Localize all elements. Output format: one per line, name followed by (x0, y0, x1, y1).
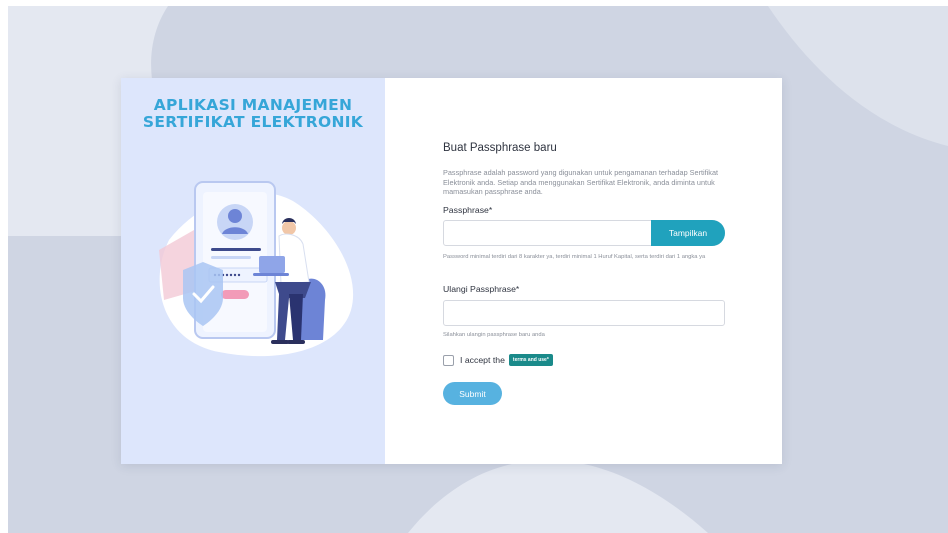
passphrase-hint: Password minimal terdiri dari 8 karakter… (443, 254, 706, 260)
show-passphrase-button[interactable]: Tampilkan (651, 220, 725, 246)
app-title: APLIKASI MANAJEMEN SERTIFIKAT ELEKTRONIK (121, 97, 385, 131)
form-description: Passphrase adalah password yang digunaka… (443, 168, 719, 196)
terms-of-use-link[interactable]: terms and use* (508, 354, 553, 366)
illustration-panel: APLIKASI MANAJEMEN SERTIFIKAT ELEKTRONIK (121, 78, 385, 464)
security-illustration (159, 181, 354, 357)
repeat-passphrase-input[interactable] (443, 300, 725, 326)
accept-terms-text: I accept the (460, 355, 505, 365)
submit-button[interactable]: Submit (443, 382, 502, 405)
form-panel: Buat Passphrase baru Passphrase adalah p… (385, 78, 782, 464)
repeat-passphrase-hint: Silahkan ulangin passphrase baru anda (443, 332, 545, 338)
login-card: APLIKASI MANAJEMEN SERTIFIKAT ELEKTRONIK (121, 78, 782, 464)
app-title-line-2: SERTIFIKAT ELEKTRONIK (142, 113, 364, 131)
app-title-line-1: APLIKASI MANAJEMEN (153, 96, 353, 114)
form-heading: Buat Passphrase baru (443, 142, 557, 154)
passphrase-label: Passphrase* (443, 205, 493, 215)
accept-terms-checkbox[interactable] (443, 354, 454, 366)
repeat-passphrase-label: Ulangi Passphrase* (443, 284, 520, 294)
user-avatar-icon (217, 204, 253, 240)
accept-terms-row: I accept the terms and use* (443, 354, 553, 366)
